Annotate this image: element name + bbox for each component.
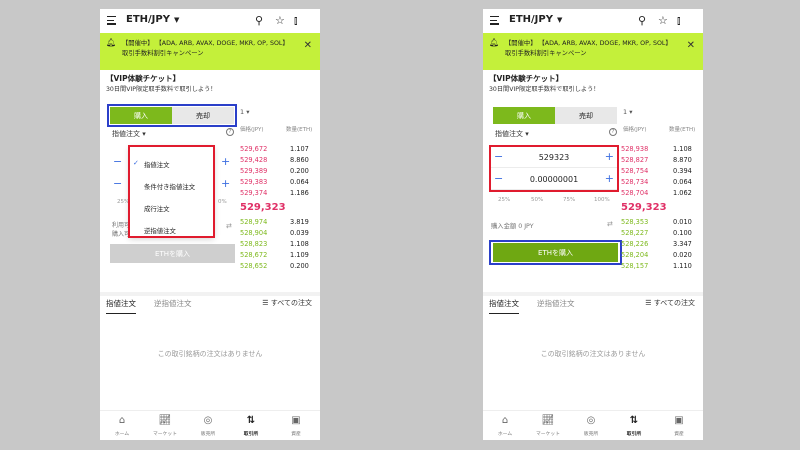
- pair-selector[interactable]: ETH/JPY ▼: [126, 14, 179, 25]
- swap-icon[interactable]: ⇄: [226, 222, 232, 230]
- tab-limit-orders[interactable]: 指値注文: [106, 298, 136, 314]
- vip-subtitle: 30日間VIP限定取手数料で取引しよう！: [106, 86, 217, 93]
- pct-50-button[interactable]: 50%: [531, 197, 543, 203]
- pair-label: ETH/JPY: [509, 14, 553, 25]
- purchase-amount: 購入金額 0 JPY: [491, 223, 534, 230]
- multiplier-select[interactable]: 1 ▾: [623, 108, 632, 116]
- home-icon: ⌂: [501, 415, 509, 426]
- empty-message: この取引銘柄の注文はありません: [157, 350, 263, 358]
- chevron-down-icon: ▼: [556, 16, 563, 24]
- nav-exchange-shop[interactable]: ◎ 販売所: [571, 415, 611, 437]
- nav-exchange-shop[interactable]: ◎ 販売所: [188, 415, 228, 437]
- buy-tab[interactable]: 購入: [493, 107, 555, 124]
- coins-icon: ◎: [203, 415, 213, 426]
- nav-home[interactable]: ⌂ ホーム: [485, 415, 525, 437]
- percentage-buttons: 25% 50% 75% 100%: [493, 197, 615, 205]
- nav-market[interactable]: 📈︎ マーケット: [145, 415, 185, 437]
- inputs-highlight: [489, 145, 619, 192]
- nav-home[interactable]: ⌂ ホーム: [102, 415, 142, 437]
- vip-subtitle: 30日間VIP限定取手数料で取引しよう！: [489, 86, 600, 93]
- multiplier-select[interactable]: 1 ▾: [240, 108, 249, 116]
- candlestick-icon[interactable]: ⫾: [294, 14, 298, 28]
- tab-stop-orders[interactable]: 逆指値注文: [537, 298, 575, 309]
- nav-trade[interactable]: ⇅ 取引所: [614, 415, 654, 437]
- price-plus-button[interactable]: +: [221, 155, 230, 168]
- nav-assets[interactable]: ▣ 資産: [276, 415, 316, 437]
- bottom-nav: ⌂ ホーム 📈︎ マーケット ◎ 販売所 ⇅ 取引所 ▣ 資産: [100, 410, 320, 440]
- top-bar: ETH/JPY ▼ ⚲ ☆ ⫾: [100, 9, 320, 33]
- home-icon: ⌂: [118, 415, 126, 426]
- star-icon[interactable]: ☆: [275, 14, 285, 27]
- nav-trade[interactable]: ⇅ 取引所: [231, 415, 271, 437]
- chart-icon: 📈︎: [541, 415, 555, 426]
- menu-icon[interactable]: [490, 16, 499, 25]
- order-tabs: 指値注文 逆指値注文 ☰ すべての注文: [483, 292, 703, 314]
- order-type-select[interactable]: 指値注文 ▾: [495, 129, 529, 139]
- close-icon[interactable]: ✕: [687, 40, 695, 51]
- star-icon[interactable]: ☆: [658, 14, 668, 27]
- qty-header: 数量(ETH): [669, 127, 696, 133]
- qty-plus-button[interactable]: +: [221, 177, 230, 190]
- search-icon[interactable]: ⚲: [638, 14, 646, 27]
- info-icon[interactable]: ?: [609, 128, 617, 136]
- banner-text: 【開催中】 【ADA, ARB, AVAX, DOGE, MKR, OP, SO…: [505, 40, 672, 57]
- swap-icon[interactable]: ⇄: [607, 220, 613, 228]
- buy-sell-highlight: [107, 104, 237, 127]
- banner-text: 【開催中】 【ADA, ARB, AVAX, DOGE, MKR, OP, SO…: [122, 40, 289, 57]
- campaign-banner[interactable]: 🔔︎ 【開催中】 【ADA, ARB, AVAX, DOGE, MKR, OP,…: [100, 33, 320, 70]
- chart-icon: 📈︎: [158, 415, 172, 426]
- close-icon[interactable]: ✕: [304, 40, 312, 51]
- vip-title: 【VIP体験チケット】: [106, 74, 181, 83]
- all-orders-link[interactable]: ☰ すべての注文: [645, 298, 695, 308]
- all-orders-link[interactable]: ☰ すべての注文: [262, 298, 312, 308]
- left-screenshot: ETH/JPY ▼ ⚲ ☆ ⫾ 🔔︎ 【開催中】 【ADA, ARB, AVAX,…: [100, 9, 320, 440]
- menu-icon[interactable]: [107, 16, 116, 25]
- price-minus-button[interactable]: −: [113, 155, 122, 168]
- nav-assets[interactable]: ▣ 資産: [659, 415, 699, 437]
- sell-tab[interactable]: 売却: [555, 107, 617, 124]
- swap-arrows-icon: ⇅: [629, 415, 639, 426]
- pct-100-button[interactable]: 100%: [594, 197, 610, 203]
- coins-icon: ◎: [586, 415, 596, 426]
- pair-label: ETH/JPY: [126, 14, 170, 25]
- nav-market[interactable]: 📈︎ マーケット: [528, 415, 568, 437]
- search-icon[interactable]: ⚲: [255, 14, 263, 27]
- tab-stop-orders[interactable]: 逆指値注文: [154, 298, 192, 309]
- mid-price: 529,323: [621, 202, 667, 213]
- wallet-icon: ▣: [674, 415, 684, 426]
- bell-icon: 🔔︎: [489, 38, 500, 47]
- price-header: 価格(JPY): [240, 127, 264, 133]
- qty-header: 数量(ETH): [286, 127, 313, 133]
- dropdown-highlight: [128, 145, 215, 238]
- mid-price: 529,323: [240, 202, 286, 213]
- bell-icon: 🔔︎: [106, 38, 117, 47]
- pct-75-button[interactable]: 75%: [563, 197, 575, 203]
- info-icon[interactable]: ?: [226, 128, 234, 136]
- swap-arrows-icon: ⇅: [246, 415, 256, 426]
- bottom-nav: ⌂ ホーム 📈︎ マーケット ◎ 販売所 ⇅ 取引所 ▣ 資産: [483, 410, 703, 440]
- pct-100-partial[interactable]: 0%: [218, 199, 227, 205]
- tab-limit-orders[interactable]: 指値注文: [489, 298, 519, 314]
- campaign-banner[interactable]: 🔔︎ 【開催中】 【ADA, ARB, AVAX, DOGE, MKR, OP,…: [483, 33, 703, 70]
- price-header: 価格(JPY): [623, 127, 647, 133]
- chevron-down-icon: ▼: [173, 16, 180, 24]
- pair-selector[interactable]: ETH/JPY ▼: [509, 14, 562, 25]
- pct-25-button[interactable]: 25%: [498, 197, 510, 203]
- empty-message: この取引銘柄の注文はありません: [540, 350, 646, 358]
- submit-highlight: [489, 240, 622, 265]
- buy-eth-button-disabled[interactable]: ETHを購入: [110, 244, 235, 263]
- order-tabs: 指値注文 逆指値注文 ☰ すべての注文: [100, 292, 320, 314]
- order-type-select[interactable]: 指値注文 ▾: [112, 129, 146, 139]
- candlestick-icon[interactable]: ⫾: [677, 14, 681, 28]
- vip-title: 【VIP体験チケット】: [489, 74, 564, 83]
- right-screenshot: ETH/JPY ▼ ⚲ ☆ ⫾ 🔔︎ 【開催中】 【ADA, ARB, AVAX,…: [483, 9, 703, 440]
- qty-minus-button[interactable]: −: [113, 177, 122, 190]
- wallet-icon: ▣: [291, 415, 301, 426]
- top-bar: ETH/JPY ▼ ⚲ ☆ ⫾: [483, 9, 703, 33]
